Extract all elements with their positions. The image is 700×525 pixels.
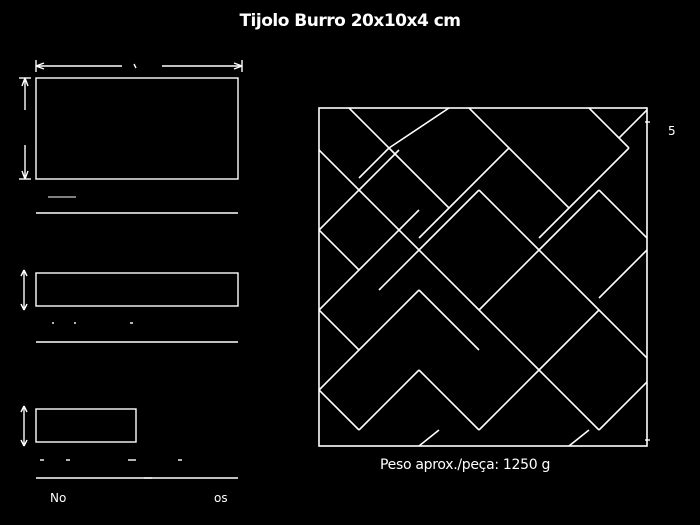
brick-side-view (20, 269, 239, 343)
bottom-right-label: os (214, 491, 228, 505)
weight-caption: Peso aprox./peça: 1250 g (380, 457, 551, 473)
technical-drawing (19, 60, 650, 479)
herringbone-pattern (318, 107, 650, 447)
brick-end-view (20, 405, 238, 479)
bottom-left-label: No (50, 491, 67, 505)
right-edge-mark: 5 (668, 124, 676, 138)
brick-top-view (19, 60, 243, 214)
